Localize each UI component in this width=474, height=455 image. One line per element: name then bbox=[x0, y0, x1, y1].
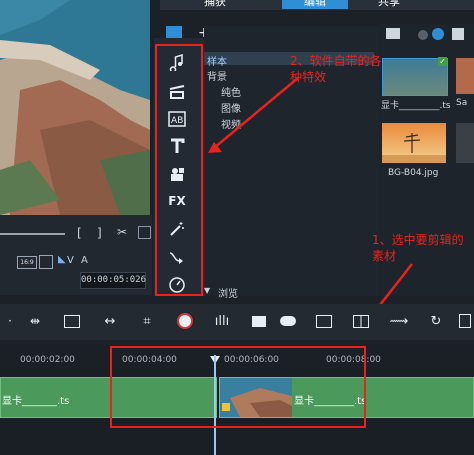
caption-icon[interactable] bbox=[314, 312, 334, 330]
scrub-bar[interactable] bbox=[0, 233, 65, 235]
mark-out-button[interactable]: ] bbox=[97, 226, 102, 240]
fit-icon[interactable]: ⇹ bbox=[25, 312, 45, 330]
thumbnail-label-2: Sa bbox=[456, 98, 468, 108]
clip-1-label: 显卡_______.ts bbox=[2, 396, 70, 407]
thumbnail-label-3: BG-B04.jpg bbox=[388, 168, 439, 178]
group-icon[interactable] bbox=[278, 312, 298, 330]
split-icon[interactable]: · bbox=[0, 312, 20, 330]
scissors-icon[interactable]: ✂ bbox=[117, 225, 127, 239]
folder-icon[interactable] bbox=[386, 28, 400, 39]
crop-icon[interactable]: ⌗ bbox=[137, 312, 157, 330]
tab-capture[interactable]: 捕获 bbox=[196, 0, 234, 9]
view-toggle-icon[interactable] bbox=[452, 28, 464, 40]
preview-image bbox=[0, 0, 150, 215]
v-label[interactable]: V bbox=[67, 255, 74, 266]
ruler-label: 00:00:02:00 bbox=[20, 355, 75, 365]
check-icon: ✓ bbox=[438, 57, 447, 66]
tab-share[interactable]: 共享 bbox=[370, 0, 408, 9]
effects-highlight-box bbox=[155, 44, 203, 296]
audio-wave-icon[interactable]: ıllı bbox=[212, 312, 232, 330]
selection-highlight-box bbox=[110, 346, 366, 428]
expand-icon[interactable]: ↔ bbox=[100, 312, 120, 330]
mark-in-button[interactable]: [ bbox=[77, 226, 82, 240]
thumbnail-partial-2[interactable] bbox=[456, 123, 474, 163]
record-icon[interactable] bbox=[418, 30, 428, 40]
tree-item-sample[interactable]: 样本 bbox=[207, 53, 227, 68]
run-icon[interactable]: ⟿ bbox=[389, 312, 409, 330]
aspect-ratio-button[interactable]: 16:9 bbox=[17, 256, 37, 269]
grid-icon[interactable] bbox=[351, 312, 371, 330]
sort-icon[interactable] bbox=[432, 28, 444, 40]
subtitle-icon[interactable] bbox=[249, 312, 269, 330]
video-preview bbox=[0, 0, 150, 215]
frame-icon[interactable] bbox=[62, 312, 82, 330]
a-label[interactable]: A bbox=[81, 255, 88, 266]
display-mode-icon[interactable] bbox=[39, 255, 53, 269]
timecode-display[interactable]: 00:00:05:026 bbox=[80, 272, 146, 289]
thumbnail-bg-b04[interactable] bbox=[382, 123, 446, 163]
annotation-arrow-effects bbox=[208, 77, 299, 153]
thumbnail-label-1: 显卡_________.ts bbox=[381, 101, 451, 111]
fullscreen-icon[interactable] bbox=[138, 226, 151, 239]
thumbnail-partial[interactable] bbox=[456, 58, 474, 94]
trim-icon[interactable] bbox=[455, 312, 474, 330]
speaker-icon[interactable]: ◣ bbox=[58, 254, 66, 265]
tab-edit[interactable]: 编辑 bbox=[282, 0, 348, 9]
rotate-icon[interactable]: ↻ bbox=[426, 312, 446, 330]
browse-label[interactable]: 浏览 bbox=[218, 285, 238, 300]
browse-chevron-icon[interactable]: ▼ bbox=[204, 286, 210, 295]
color-icon[interactable] bbox=[175, 312, 195, 330]
